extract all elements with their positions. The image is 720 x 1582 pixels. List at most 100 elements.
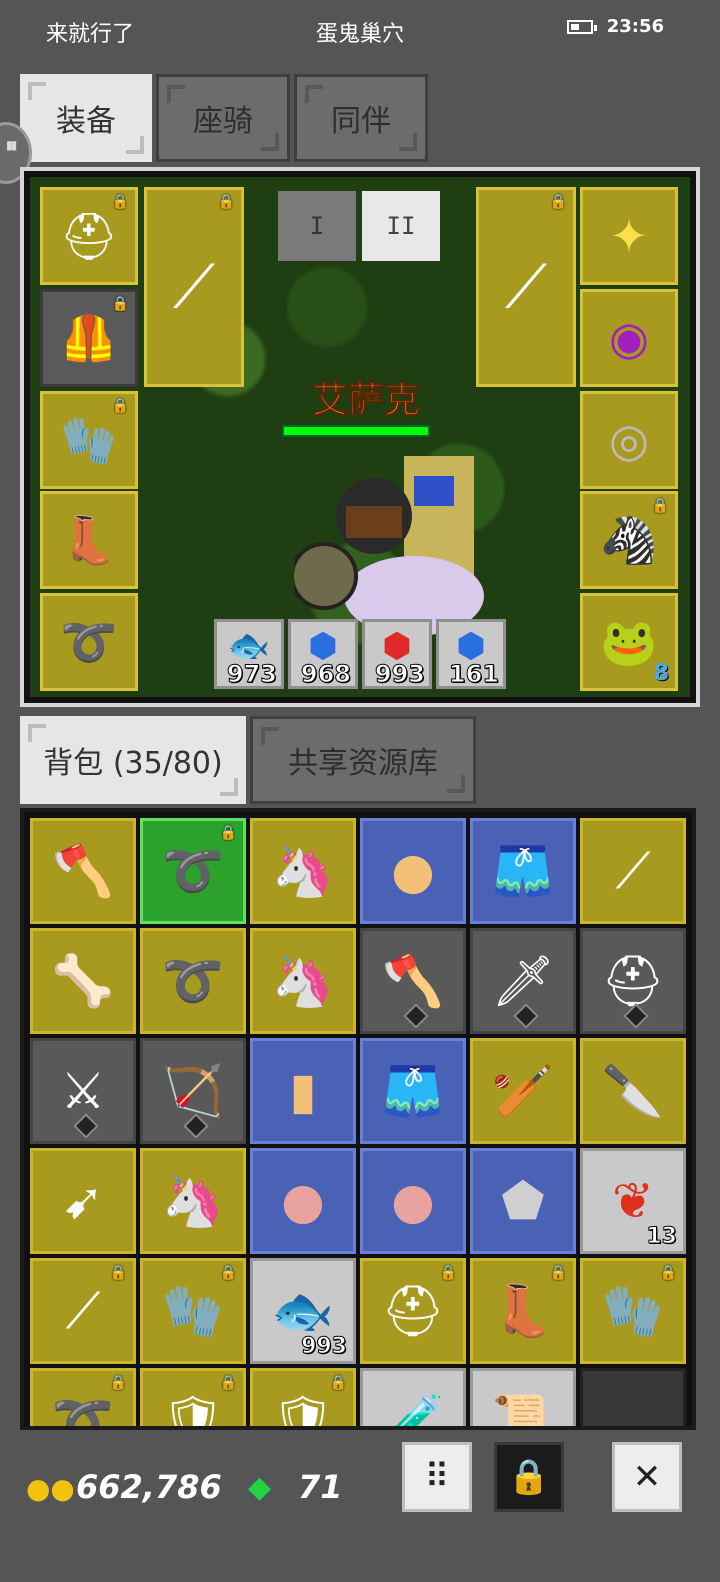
potion-bottles-icon: 🧪 <box>381 1391 445 1430</box>
slot-pet-card-2[interactable]: 🐸 8 <box>580 593 678 691</box>
bag-item-belt[interactable]: ➰ 🔒 <box>30 1368 136 1430</box>
quick-slot-count: 161 <box>448 660 499 689</box>
bag-item-ring[interactable]: ● <box>360 818 466 924</box>
bag-item-helmet[interactable]: ⛑ 🔒 <box>360 1258 466 1364</box>
spear-icon: ⟋ <box>65 1281 101 1340</box>
loadout-1-button[interactable]: I <box>278 191 356 261</box>
tab-shared-storage[interactable]: 共享资源库 <box>250 716 476 804</box>
gold-coins-icon: ●● <box>26 1472 75 1505</box>
lock-icon: 🔒 <box>219 1265 237 1281</box>
horse-card-icon: 🦄 <box>271 951 335 1010</box>
battle-axe-icon: 🪓 <box>51 841 115 900</box>
knife-icon: 🔪 <box>601 1061 665 1120</box>
character-name: 艾萨克 <box>311 380 420 422</box>
lock-icon: 🔒 <box>651 498 669 514</box>
bag-item-ring[interactable]: ▮ <box>250 1038 356 1144</box>
bag-item-card[interactable]: 🦄 <box>140 1148 246 1254</box>
ring-icon: ▮ <box>289 1062 317 1120</box>
bag-item-belt[interactable]: ➰ <box>140 928 246 1034</box>
tab-companion[interactable]: 同伴 <box>294 74 428 162</box>
clock: 23:56 <box>606 16 664 37</box>
slot-amulet[interactable]: ✦ <box>580 187 678 285</box>
slot-ring-2[interactable]: ◎ <box>580 391 678 489</box>
bag-item-potion[interactable]: 🧪 <box>360 1368 466 1430</box>
slot-boots[interactable]: 👢 <box>40 491 138 589</box>
armor-icon: 🛡 <box>271 1391 335 1430</box>
bag-empty-slot[interactable] <box>580 1368 686 1426</box>
lock-icon: 🔒 <box>439 1265 457 1281</box>
pink-orb-icon: ● <box>391 1172 435 1230</box>
bag-item-armor[interactable]: 🛡 🔒 <box>140 1368 246 1426</box>
bag-item-stone[interactable]: ⬟ <box>470 1148 576 1254</box>
bag-item-armor[interactable]: 🛡 🔒 <box>250 1368 356 1430</box>
pet-level: 8 <box>653 661 669 686</box>
bag-item-card[interactable]: 🦄 <box>250 818 356 924</box>
quick-slot-1[interactable]: 🐟 973 <box>214 619 284 689</box>
bag-item-scroll[interactable]: 📜 <box>470 1368 576 1426</box>
slot-gloves[interactable]: 🧤 🔒 <box>40 391 138 489</box>
club-icon: 🏏 <box>491 1061 555 1120</box>
slot-helmet[interactable]: ⛑ 🔒 <box>40 187 138 285</box>
bag-item-fish[interactable]: 🐟 993 <box>250 1258 356 1364</box>
loadout-2-button[interactable]: II <box>362 191 440 261</box>
slot-ring-1[interactable]: ◉ <box>580 289 678 387</box>
slot-belt[interactable]: ➰ <box>40 593 138 691</box>
lock-icon: 🔒 <box>329 1375 347 1391</box>
bag-item-dagger[interactable]: 🗡 <box>470 928 576 1034</box>
lock-icon: 🔒 <box>507 1457 551 1497</box>
tab-equipment[interactable]: 装备 <box>20 74 152 162</box>
lock-icon: 🔒 <box>217 194 235 210</box>
lock-icon: 🔒 <box>549 194 567 210</box>
quick-slot-count: 968 <box>300 660 351 689</box>
stone-icon: ⬟ <box>501 1172 545 1230</box>
helmet-icon: ⛑ <box>381 1281 445 1340</box>
pet-card-zebra-icon: 🦓 <box>600 512 658 567</box>
bag-item-pants[interactable]: 🩳 <box>470 818 576 924</box>
close-button[interactable]: ✕ <box>612 1442 682 1512</box>
bag-item-glove[interactable]: 🧤 🔒 <box>580 1258 686 1364</box>
sort-grid-button[interactable]: ⠿ <box>402 1442 472 1512</box>
bag-item-club[interactable]: 🏏 <box>470 1038 576 1144</box>
bag-item-gauntlet[interactable]: 🧤 🔒 <box>140 1258 246 1364</box>
boots-icon: 👢 <box>60 512 118 567</box>
tab-shared-storage-label: 共享资源库 <box>288 746 438 781</box>
spear-icon: ⟋ <box>173 252 215 322</box>
bag-item-arrow[interactable]: ➹ <box>30 1148 136 1254</box>
bag-item-orb[interactable]: ● <box>250 1148 356 1254</box>
bag-item-crossbow[interactable]: 🏹 <box>140 1038 246 1144</box>
slot-weapon-left[interactable]: ⟋ 🔒 <box>144 187 244 387</box>
dagger-icon: 🗡 <box>491 951 555 1010</box>
close-icon: ✕ <box>632 1457 662 1497</box>
bag-item-orb[interactable]: ● <box>360 1148 466 1254</box>
bag-item-boots[interactable]: 👢 🔒 <box>470 1258 576 1364</box>
slot-chest[interactable]: 🦺 🔒 <box>40 289 138 387</box>
backpack-grid: 🪓 ➰ 🔒 🦄 ● 🩳 ⟋ 🦴 ➰ 🦄 🪓 🗡 ⛑ ⚔ 🏹 ▮ 🩳 🏏 🔪 ➹ 🦄… <box>20 808 696 1430</box>
bag-item-belt[interactable]: ➰ 🔒 <box>140 818 246 924</box>
quick-slot-2[interactable]: ⬢ 968 <box>288 619 358 689</box>
quick-slot-3[interactable]: ⬢ 993 <box>362 619 432 689</box>
bag-item-pants[interactable]: 🩳 <box>360 1038 466 1144</box>
chest-armor-icon: 🦺 <box>60 310 118 365</box>
status-bar: 来就行了 蛋鬼巢穴 23:56 <box>0 0 720 60</box>
bag-item-sword[interactable]: ⚔ <box>30 1038 136 1144</box>
bag-item-spear[interactable]: ⟋ <box>580 818 686 924</box>
lock-toggle-button[interactable]: 🔒 <box>494 1442 564 1512</box>
belt-icon: ➰ <box>161 841 225 900</box>
slot-pet-card-1[interactable]: 🦓 🔒 <box>580 491 678 589</box>
tab-mount[interactable]: 座骑 <box>156 74 290 162</box>
tab-backpack[interactable]: 背包 (35/80) <box>20 716 246 804</box>
bag-item-spear[interactable]: ⟋ 🔒 <box>30 1258 136 1364</box>
tab-companion-label: 同伴 <box>331 104 391 139</box>
slot-weapon-right[interactable]: ⟋ 🔒 <box>476 187 576 387</box>
belt-icon: ➰ <box>51 1391 115 1430</box>
bag-item-card[interactable]: 🦄 <box>250 928 356 1034</box>
bag-item-bone[interactable]: 🦴 <box>30 928 136 1034</box>
bag-item-red-leaf[interactable]: ❦ 13 <box>580 1148 686 1254</box>
bag-item-helmet[interactable]: ⛑ <box>580 928 686 1034</box>
bag-item-axe[interactable]: 🪓 <box>360 928 466 1034</box>
lock-icon: 🔒 <box>659 1265 677 1281</box>
axe-icon: 🪓 <box>381 951 445 1010</box>
bag-item-axe[interactable]: 🪓 <box>30 818 136 924</box>
quick-slot-4[interactable]: ⬢ 161 <box>436 619 506 689</box>
bag-item-knife[interactable]: 🔪 <box>580 1038 686 1144</box>
